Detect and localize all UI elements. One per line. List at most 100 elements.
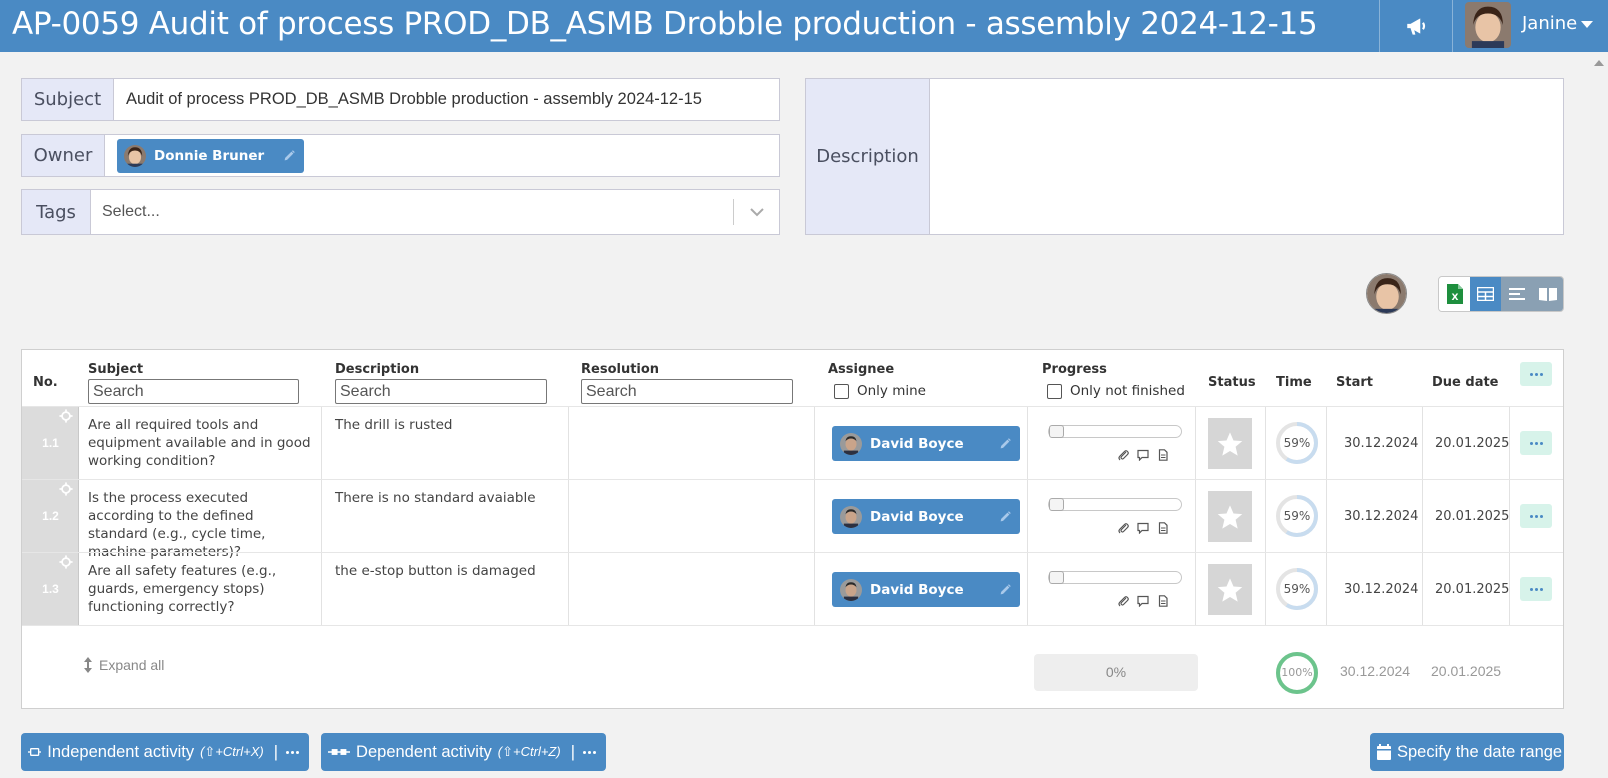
total-time-percent: 100% (1281, 666, 1313, 679)
checkbox-box[interactable] (1047, 383, 1062, 399)
status-star-button[interactable] (1208, 564, 1252, 615)
row-subject[interactable]: Are all required tools and equipment ava… (88, 416, 313, 470)
row-number: 1.1 (42, 436, 59, 450)
gear-icon[interactable] (59, 555, 73, 569)
owner-chip[interactable]: Donnie Bruner (117, 139, 304, 173)
row-description[interactable]: the e-stop button is damaged (335, 562, 560, 580)
row-subject[interactable]: Are all safety features (e.g., guards, e… (88, 562, 313, 616)
description-search-input[interactable] (335, 379, 547, 404)
attachment-icon[interactable] (1117, 522, 1129, 534)
time-percent: 59% (1283, 509, 1311, 523)
row-number-cell[interactable]: 1.3 (22, 553, 79, 625)
assignee-chip[interactable]: David Boyce (832, 426, 1020, 461)
specify-date-range-label: Specify the date range (1397, 742, 1563, 761)
time-percent: 59% (1283, 582, 1311, 596)
progress-slider-knob[interactable] (1049, 498, 1064, 511)
dependent-activity-button[interactable]: Dependent activity (⇧+Ctrl+Z) | (321, 733, 606, 771)
col-header-subject: Subject (88, 362, 144, 377)
status-star-button[interactable] (1208, 418, 1252, 469)
column-divider (1265, 407, 1266, 479)
edit-pencil-icon[interactable] (998, 583, 1012, 597)
assignee-chip[interactable]: David Boyce (832, 572, 1020, 607)
vertical-scrollbar[interactable] (1590, 52, 1608, 778)
assignee-avatar (840, 579, 862, 601)
user-avatar[interactable] (1465, 2, 1511, 48)
tags-label: Tags (22, 190, 91, 234)
resolution-search-input[interactable] (581, 379, 793, 404)
participant-avatar[interactable] (1366, 273, 1407, 314)
comment-icon[interactable] (1137, 449, 1149, 461)
more-options-icon[interactable] (583, 750, 596, 754)
button-separator: | (273, 742, 278, 761)
comment-icon[interactable] (1137, 595, 1149, 607)
comment-icon[interactable] (1137, 522, 1149, 534)
progress-slider[interactable] (1048, 498, 1182, 511)
start-date[interactable]: 30.12.2024 (1344, 582, 1418, 597)
start-date[interactable]: 30.12.2024 (1344, 509, 1418, 524)
assignee-chip[interactable]: David Boyce (832, 499, 1020, 534)
edit-pencil-icon[interactable] (282, 149, 296, 163)
specify-date-range-button[interactable]: Specify the date range (1370, 733, 1564, 771)
assignee-avatar (840, 433, 862, 455)
row-description[interactable]: There is no standard avaiable (335, 489, 560, 507)
more-options-icon[interactable] (286, 750, 299, 754)
row-number-cell[interactable]: 1.1 (22, 407, 79, 479)
edit-pencil-icon[interactable] (998, 510, 1012, 524)
progress-slider-knob[interactable] (1049, 571, 1064, 584)
table-row[interactable]: 1.1 Are all required tools and equipment … (22, 406, 1563, 479)
attachment-icon[interactable] (1117, 595, 1129, 607)
scroll-up-arrow-icon[interactable] (1594, 60, 1604, 66)
chevron-down-icon[interactable] (749, 204, 765, 220)
column-divider (814, 480, 815, 552)
independent-shortcut: (⇧+Ctrl+X) (200, 744, 264, 759)
document-icon[interactable] (1157, 449, 1169, 461)
megaphone-icon[interactable] (1404, 13, 1430, 39)
button-separator: | (570, 742, 575, 761)
description-field[interactable]: Description (805, 78, 1564, 235)
start-date[interactable]: 30.12.2024 (1344, 436, 1418, 451)
due-date[interactable]: 20.01.2025 (1435, 436, 1509, 451)
document-icon[interactable] (1157, 595, 1169, 607)
edit-pencil-icon[interactable] (998, 437, 1012, 451)
only-not-finished-checkbox[interactable]: Only not finished (1047, 383, 1185, 399)
book-view-icon[interactable] (1532, 277, 1563, 311)
expand-all-button[interactable]: Expand all (83, 657, 164, 673)
due-date[interactable]: 20.01.2025 (1435, 582, 1509, 597)
document-icon[interactable] (1157, 522, 1169, 534)
status-star-button[interactable] (1208, 491, 1252, 542)
due-date[interactable]: 20.01.2025 (1435, 509, 1509, 524)
subject-value[interactable]: Audit of process PROD_DB_ASMB Drobble pr… (126, 79, 702, 120)
row-actions-button[interactable] (1520, 504, 1552, 528)
table-row[interactable]: 1.3 Are all safety features (e.g., guards… (22, 552, 1563, 625)
table-row[interactable]: 1.2 Is the process executed according to … (22, 479, 1563, 560)
column-divider (568, 480, 569, 552)
column-divider (321, 407, 322, 479)
subject-search-input[interactable] (88, 379, 299, 404)
list-view-icon[interactable] (1501, 277, 1532, 311)
column-divider (1326, 480, 1327, 552)
excel-export-icon[interactable]: X (1439, 277, 1470, 311)
row-actions-button[interactable] (1520, 431, 1552, 455)
row-number-cell[interactable]: 1.2 (22, 480, 79, 552)
gear-icon[interactable] (59, 409, 73, 423)
row-actions-button[interactable] (1520, 577, 1552, 601)
row-description[interactable]: The drill is rusted (335, 416, 560, 434)
progress-slider[interactable] (1048, 425, 1182, 438)
owner-name: Donnie Bruner (154, 148, 265, 164)
table-view-icon[interactable] (1470, 277, 1501, 311)
user-menu[interactable]: Janine (1522, 13, 1594, 34)
table-actions-button[interactable] (1520, 362, 1552, 386)
row-subject[interactable]: Is the process executed according to the… (88, 489, 313, 561)
attachment-icon[interactable] (1117, 449, 1129, 461)
tags-dropdown[interactable]: Select... (91, 190, 779, 234)
calendar-icon (1377, 744, 1391, 760)
owner-label: Owner (22, 135, 105, 176)
progress-slider[interactable] (1048, 571, 1182, 584)
gear-icon[interactable] (59, 482, 73, 496)
subject-field[interactable]: Subject Audit of process PROD_DB_ASMB Dr… (21, 78, 780, 121)
tags-select[interactable]: Tags Select... (21, 189, 780, 235)
checkbox-box[interactable] (834, 383, 849, 399)
only-mine-checkbox[interactable]: Only mine (834, 383, 926, 399)
progress-slider-knob[interactable] (1049, 425, 1064, 438)
independent-activity-button[interactable]: Independent activity (⇧+Ctrl+X) | (21, 733, 309, 771)
